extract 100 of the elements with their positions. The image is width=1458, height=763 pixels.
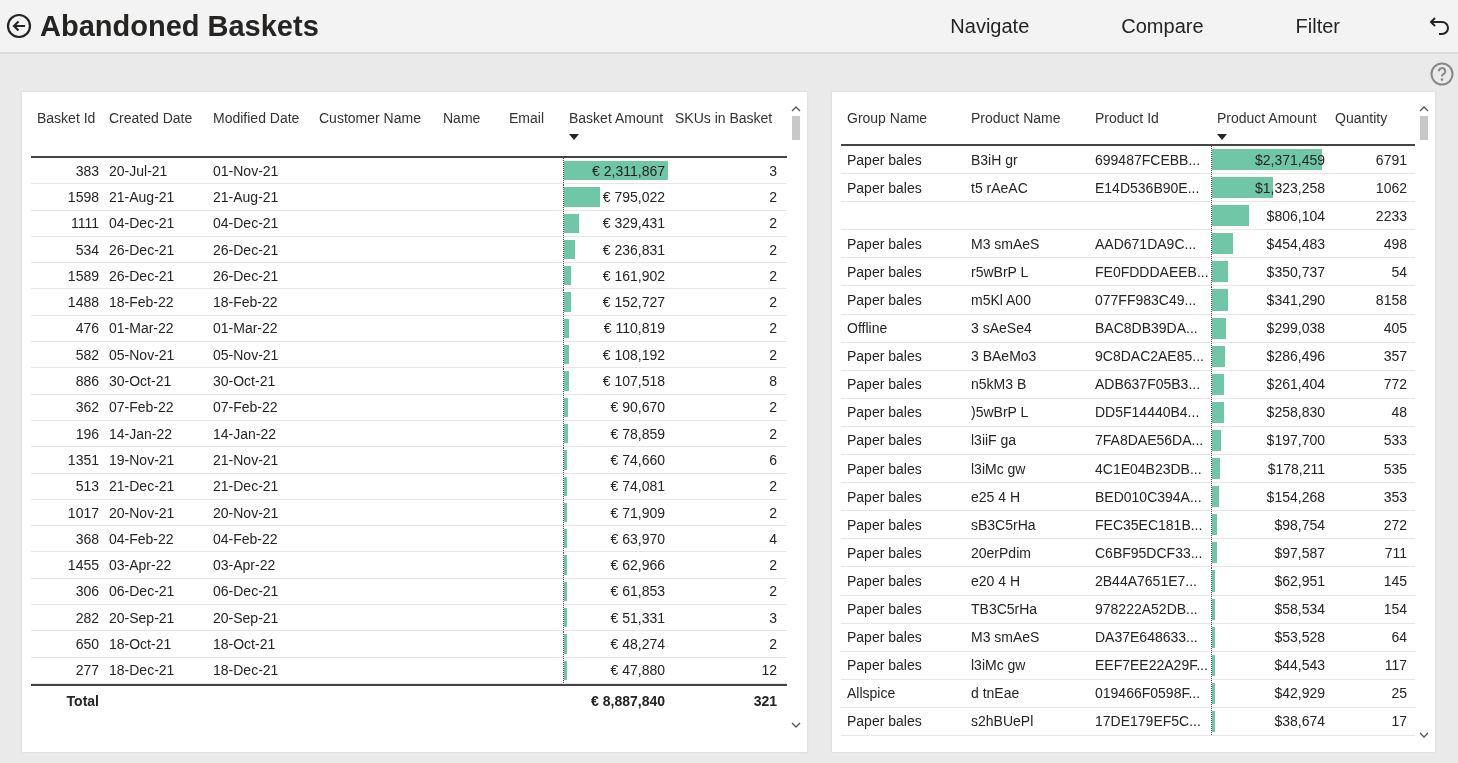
column-header[interactable]: SKUs in Basket xyxy=(669,100,775,128)
scroll-up-icon[interactable] xyxy=(791,106,801,112)
table-cell-text: Paper bales xyxy=(846,572,923,589)
table-cell: € 795,022 xyxy=(602,188,665,205)
table-cell-text: 2 xyxy=(768,557,778,574)
table-cell-text: 18-Oct-21 xyxy=(108,636,173,652)
table-cell: $286,496 xyxy=(1266,348,1325,365)
table-cell-text: 26-Dec-21 xyxy=(108,241,176,258)
column-header[interactable]: Created Date xyxy=(103,100,195,128)
table-cell-text: Paper bales xyxy=(846,657,923,674)
column-header[interactable]: Basket Amount xyxy=(563,100,666,144)
table-cell: € 74,081 xyxy=(610,478,665,495)
table-cell-text: 8 xyxy=(768,373,778,389)
column-header[interactable]: Basket Id xyxy=(31,100,98,128)
table-cell-text: 699487FCEBB... xyxy=(1094,151,1202,168)
column-header[interactable]: Product Name xyxy=(965,100,1063,128)
table-cell-text: Paper bales xyxy=(846,348,923,365)
table-cell-text: 353 xyxy=(1382,488,1408,505)
table-cell-text: 14-Jan-22 xyxy=(108,425,174,442)
column-header[interactable]: Customer Name xyxy=(313,100,423,128)
table-cell: $44,543 xyxy=(1274,657,1325,674)
table-cell-text: 498 xyxy=(1382,235,1408,252)
table-cell-text: 21-Aug-21 xyxy=(108,188,176,205)
column-header[interactable]: Modified Date xyxy=(207,100,302,128)
table-cell-text: 14-Jan-22 xyxy=(212,425,278,442)
table-cell-text: 2 xyxy=(768,215,778,232)
table-cell-text: Paper bales xyxy=(846,292,923,308)
table-cell-text: 582 xyxy=(74,346,100,363)
table-cell-text: B3iH gr xyxy=(970,151,1019,168)
nav-button[interactable]: Navigate xyxy=(942,10,1038,42)
table-cell-text: 04-Dec-21 xyxy=(108,215,176,232)
table-cell-text: 383 xyxy=(74,162,100,179)
table-cell-text: l3iMc gw xyxy=(970,460,1027,477)
table-cell-text: 06-Dec-21 xyxy=(108,583,176,600)
table-cell-text: 2 xyxy=(768,188,778,205)
table-cell-text: 886 xyxy=(74,373,100,389)
table-cell: $58,534 xyxy=(1274,601,1325,618)
table-cell: € 236,831 xyxy=(602,241,665,258)
column-header[interactable]: Product Amount xyxy=(1211,100,1319,144)
column-header[interactable]: Group Name xyxy=(841,100,930,128)
table-cell-text: )5wBrP L xyxy=(970,404,1030,421)
table-cell-text: 978222A52DB... xyxy=(1094,601,1199,618)
table-cell-text: 368 xyxy=(74,530,100,547)
table-cell: € 71,909 xyxy=(610,504,665,521)
table-cell-text: 48 xyxy=(1390,404,1408,421)
table-cell-text: 2 xyxy=(768,346,778,363)
table-cell-text: 21-Dec-21 xyxy=(212,478,280,495)
table-cell-text: 2 xyxy=(768,583,778,600)
column-header[interactable]: Quantity xyxy=(1329,100,1390,128)
table-cell-text: 2 xyxy=(768,636,778,652)
column-header[interactable]: Product Id xyxy=(1089,100,1161,128)
table-cell-text: l3iiF ga xyxy=(970,432,1018,449)
table-cell-text: 01-Mar-22 xyxy=(108,320,175,337)
nav-button[interactable]: Compare xyxy=(1113,10,1212,42)
table-cell-text: e20 4 H xyxy=(970,572,1022,589)
undo-icon[interactable] xyxy=(1428,14,1452,38)
back-icon[interactable] xyxy=(6,13,32,39)
table-cell: € 329,431 xyxy=(602,215,665,232)
table-cell-text: 20-Sep-21 xyxy=(108,609,176,626)
table-cell-text: 2 xyxy=(768,399,778,416)
page-title: Abandoned Baskets xyxy=(40,9,320,43)
table-cell-text: 18-Oct-21 xyxy=(212,636,277,652)
table-cell: $62,951 xyxy=(1274,572,1325,589)
table-cell-text: 18-Feb-22 xyxy=(108,294,175,311)
scroll-thumb[interactable] xyxy=(792,116,800,140)
table-cell-text: 20erPdim xyxy=(970,544,1032,561)
table-cell: $38,674 xyxy=(1274,713,1325,730)
scroll-down-icon[interactable] xyxy=(791,722,801,728)
table-cell: $178,211 xyxy=(1267,460,1325,477)
table-cell-text: M3 smAeS xyxy=(970,235,1041,252)
table-cell-text: 20-Nov-21 xyxy=(108,504,176,521)
table-cell-text: 12 xyxy=(760,662,778,679)
scroll-up-icon[interactable] xyxy=(1419,106,1429,112)
table-cell-text: 26-Dec-21 xyxy=(108,267,176,284)
total-value: 321 xyxy=(752,692,778,709)
table-cell-text: d tnEae xyxy=(970,685,1021,702)
table-cell-text: Paper bales xyxy=(846,460,923,477)
table-cell-text: 3 sAeSe4 xyxy=(970,320,1033,337)
scroll-thumb[interactable] xyxy=(1420,116,1428,140)
column-header[interactable]: Name xyxy=(437,100,483,128)
table-cell-text: 20-Nov-21 xyxy=(212,504,280,521)
table-cell-text: 1017 xyxy=(66,504,100,521)
table-cell-text: Paper bales xyxy=(846,432,923,449)
help-icon[interactable] xyxy=(1430,62,1454,86)
table-cell: $806,104 xyxy=(1266,207,1325,224)
nav-button[interactable]: Filter xyxy=(1287,10,1348,42)
table-cell-text: 533 xyxy=(1382,432,1408,449)
scroll-down-icon[interactable] xyxy=(1419,732,1429,738)
table-cell: € 48,274 xyxy=(610,636,665,652)
table-cell-text: Paper bales xyxy=(846,151,923,168)
table-cell-text: 2 xyxy=(768,320,778,337)
table-cell-text: 2 xyxy=(768,425,778,442)
column-header[interactable]: Email xyxy=(503,100,546,128)
table-cell-text: Paper bales xyxy=(846,179,923,196)
table-cell-text: 18-Dec-21 xyxy=(108,662,176,679)
table-cell-text: 1062 xyxy=(1374,179,1408,196)
table-cell-text: 196 xyxy=(74,425,100,442)
table-cell-text: 154 xyxy=(1382,601,1408,618)
table-cell-text: 4 xyxy=(768,530,778,547)
table-cell: € 108,192 xyxy=(602,346,665,363)
